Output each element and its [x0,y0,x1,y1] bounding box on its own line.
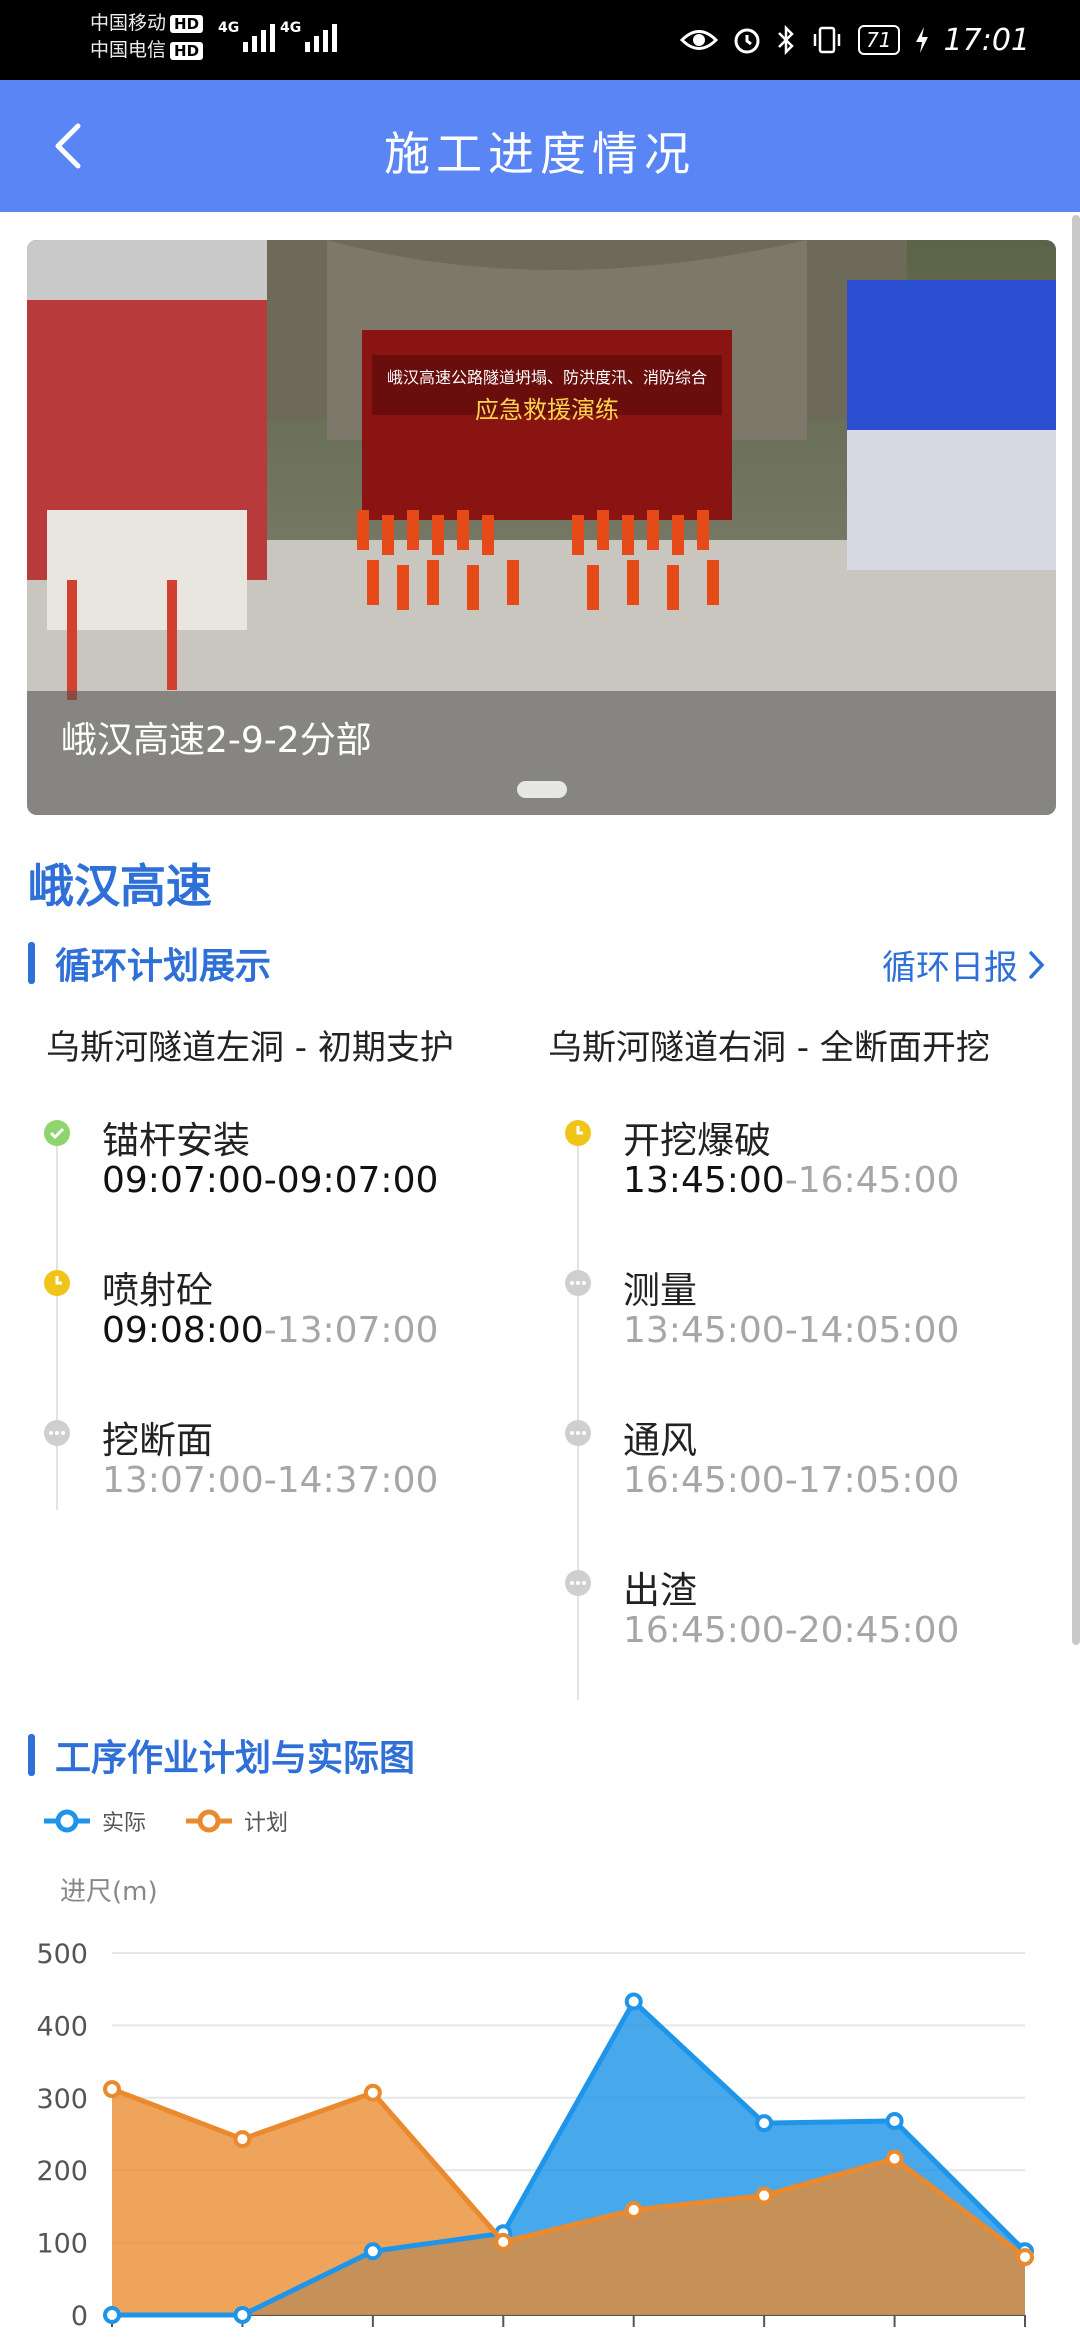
data-point-plan [755,2186,774,2205]
process-chart: 进尺(m) 0 100 200 300 400 500 [36,1877,1034,2332]
right-tunnel-title: 乌斯河隧道右洞 - 全断面开挖 [548,1028,990,1068]
step-name: 测量 [623,1269,697,1312]
data-point-plan [363,2083,382,2102]
signal-icon [305,18,337,52]
legend-actual[interactable]: 实际 [44,1805,146,1837]
chart-section-title: 工序作业计划与实际图 [55,1738,416,1779]
y-tick-label: 100 [36,2229,88,2260]
data-point-plan [103,2080,121,2099]
step-time: 13:07:00-14:37:00 [102,1460,439,1501]
status-bar: 中国移动 HD 中国电信 HD 4G 4G 71 17:01 [0,0,1080,80]
y-tick-label: 200 [36,2156,88,2187]
timeline-line [577,1134,579,1700]
vibrate-icon [813,26,841,54]
left-tunnel-title: 乌斯河隧道左洞 - 初期支护 [46,1028,454,1068]
step-name: 喷射砼 [102,1269,213,1312]
more-dots-icon [565,1420,591,1446]
chart-legend: 实际 计划 [44,1805,312,1837]
check-icon [44,1120,70,1146]
navigation-bar: 施工进度情况 [0,80,1080,212]
network-type-2: 4G [280,20,302,36]
step-time: 13:45:00-14:05:00 [623,1310,960,1351]
eye-icon [680,30,719,50]
section-marker [28,1734,35,1776]
hd-badge: HD [170,15,204,33]
daily-report-label: 循环日报 [882,948,1018,988]
y-tick-label: 300 [36,2084,88,2115]
y-tick-label: 500 [36,1939,88,1970]
scrollbar[interactable] [1072,215,1080,1645]
chart-section-header: 工序作业计划与实际图 [28,1732,416,1779]
charging-icon [915,27,928,53]
left-timeline: 锚杆安装 09:07:00-09:07:00 喷射砼 09:08:00-13:0… [44,1110,524,1510]
status-icons: 71 17:01 [680,18,1030,62]
clock: 17:01 [943,22,1030,58]
data-point-actual [755,2114,774,2133]
data-point-plan [494,2232,513,2251]
step-name: 锚杆安装 [102,1119,250,1162]
banner-carousel[interactable]: 峨汉高速公路隧道坍塌、防洪度汛、消防综合 应急救援演练 峨汉高速2-9-2分部 [27,240,1056,815]
hd-badge: HD [170,42,204,60]
banner-sign-text-2: 应急救援演练 [475,396,619,424]
data-point-actual [624,1992,643,2011]
banner-caption: 峨汉高速2-9-2分部 [27,691,1056,815]
data-point-plan [885,2149,904,2168]
clock-icon [565,1120,591,1146]
section-marker [28,942,35,984]
more-dots-icon [565,1570,591,1596]
step-time: 09:07:00-09:07:00 [102,1160,439,1201]
carrier-2: 中国电信 [90,39,167,61]
data-point-plan [233,2130,252,2149]
banner-sign-text: 峨汉高速公路隧道坍塌、防洪度汛、消防综合 [387,368,707,387]
chevron-right-icon [1029,950,1045,979]
legend-plan[interactable]: 计划 [186,1805,288,1837]
data-point-actual [233,2306,252,2324]
cycle-section-title: 循环计划展示 [55,946,272,987]
cycle-section-header: 循环计划展示 [28,940,272,987]
step-time: 16:45:00-20:45:00 [623,1610,960,1651]
step-name: 出渣 [623,1569,697,1612]
step-time: 09:08:00-13:07:00 [102,1310,439,1351]
signal-icon [243,18,275,52]
cycle-daily-report-link[interactable]: 循环日报 [882,940,1046,989]
right-timeline: 开挖爆破 13:45:00-16:45:00 测量 13:45:00-14:05… [565,1110,1045,1700]
step-name: 开挖爆破 [623,1119,771,1162]
legend-plan-marker [186,1809,233,1833]
legend-plan-label: 计划 [244,1811,289,1836]
bluetooth-icon [778,25,794,55]
data-point-actual [363,2242,382,2261]
more-dots-icon [44,1420,70,1446]
page-title: 施工进度情况 [384,127,696,181]
timeline-line [56,1134,58,1510]
y-axis-label: 进尺(m) [60,1877,158,1907]
project-title: 峨汉高速 [28,859,212,913]
carousel-indicator[interactable] [517,781,567,798]
alarm-icon [734,28,760,54]
legend-actual-label: 实际 [102,1811,147,1836]
network-type-1: 4G [218,20,240,36]
data-point-actual [885,2111,904,2130]
banner-caption-text: 峨汉高速2-9-2分部 [61,720,372,761]
step-time: 16:45:00-17:05:00 [623,1460,960,1501]
more-dots-icon [565,1270,591,1296]
data-point-plan [624,2201,643,2220]
step-name: 通风 [623,1419,697,1462]
y-tick-label: 0 [71,2301,88,2332]
data-point-plan [1016,2248,1034,2267]
step-name: 挖断面 [102,1419,213,1462]
legend-actual-marker [44,1809,90,1833]
carrier-info: 中国移动 HD 中国电信 HD [90,10,204,64]
battery-level: 71 [858,25,900,55]
clock-icon [44,1270,70,1296]
carrier-1: 中国移动 [90,12,167,34]
data-point-actual [103,2306,121,2324]
step-time: 13:45:00-16:45:00 [623,1160,960,1201]
y-tick-label: 400 [36,2011,88,2042]
